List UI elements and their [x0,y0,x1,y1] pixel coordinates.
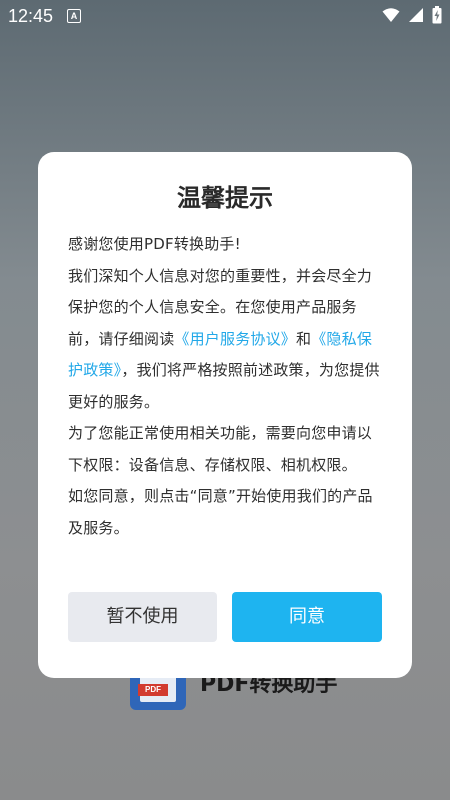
battery-charging-icon [432,6,442,24]
notification-a-icon: A [67,9,81,23]
permissions-paragraph: 为了您能正常使用相关功能，需要向您申请以下权限：设备信息、存储权限、相机权限。 [68,424,373,474]
privacy-paragraph: 我们深知个人信息对您的重要性，并会尽全力保护您的个人信息安全。在您使用产品服务前… [68,261,384,419]
agree-button[interactable]: 同意 [232,592,382,642]
dialog-body: 感谢您使用PDF转换助手! 我们深知个人信息对您的重要性，并会尽全力保护您的个人… [68,229,384,544]
status-time: 12:45 [8,6,54,26]
consent-paragraph: 如您同意，则点击“同意”开始使用我们的产品及服务。 [68,487,373,537]
user-agreement-link[interactable]: 《用户服务协议》 [174,330,296,348]
signal-icon [409,8,423,22]
dialog-title: 温馨提示 [177,184,273,212]
conjunction-text: 和 [296,329,312,348]
greeting-text: 感谢您使用PDF转换助手! [68,235,241,253]
wifi-icon [382,8,400,22]
decline-button[interactable]: 暂不使用 [68,592,217,642]
pdf-tag: PDF [138,684,168,696]
privacy-dialog: 温馨提示 感谢您使用PDF转换助手! 我们深知个人信息对您的重要性，并会尽全力保… [38,152,412,678]
status-bar: 12:45 A [0,0,450,32]
status-icons [382,6,442,24]
